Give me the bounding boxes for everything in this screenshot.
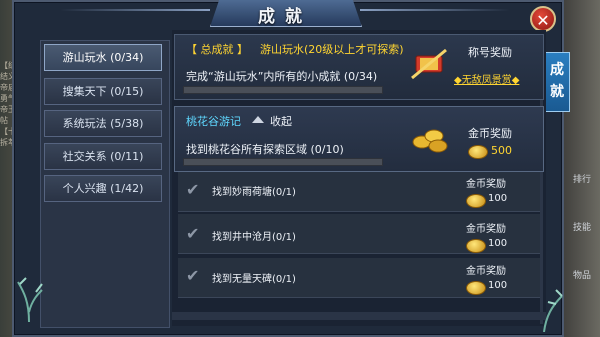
sub-item-reward-amount: 100 xyxy=(488,280,508,291)
summary-progress-bar xyxy=(183,86,383,94)
category-system[interactable]: 系统玩法 (5/38) xyxy=(44,110,162,137)
tab-achievement[interactable]: 成就 xyxy=(544,52,570,112)
summary-reward-value[interactable]: ◆无敌凤景赏◆ xyxy=(454,71,519,86)
summary-reward-title: 称号奖励 xyxy=(468,46,512,59)
sub-item-reward-title: 金币奖励 xyxy=(466,224,506,235)
title-decoration-left xyxy=(60,9,210,11)
window-title: 成就 xyxy=(258,7,312,27)
coin-icon xyxy=(466,281,486,295)
summary-tag: 【 总成就 】 xyxy=(186,43,248,56)
coin-icon xyxy=(466,194,486,208)
sub-item-reward-amount: 100 xyxy=(488,238,508,249)
sub-item-title: 找到井中沧月(0/1) xyxy=(212,232,296,243)
sub-item-reward-title: 金币奖励 xyxy=(466,179,506,190)
title-reward-icon xyxy=(411,48,447,80)
coins-reward-icon xyxy=(412,129,448,153)
coin-icon xyxy=(468,145,488,159)
decorative-plant-icon xyxy=(543,289,563,332)
group-description: 找到桃花谷所有探索区域 (0/10) xyxy=(186,143,344,156)
close-button[interactable]: ✕ xyxy=(530,6,556,32)
group-reward-amount: 500 xyxy=(491,144,512,157)
group-progress-bar xyxy=(183,158,383,166)
category-collect[interactable]: 搜集天下 (0/15) xyxy=(44,78,162,105)
checkmark-icon: ✔ xyxy=(186,266,200,285)
coin-icon xyxy=(466,239,486,253)
checkmark-icon: ✔ xyxy=(186,224,200,243)
list-bottom-edge xyxy=(172,312,546,320)
rank-menu-label: 排行 xyxy=(572,175,591,185)
checkmark-icon: ✔ xyxy=(186,180,200,199)
group-toggle[interactable]: 收起 xyxy=(270,113,292,129)
sub-item-title: 找到妙雨荷塘(0/1) xyxy=(212,187,296,198)
sub-item-title: 找到无量天碑(0/1) xyxy=(212,274,296,285)
group-name: 桃花谷游记 xyxy=(186,115,241,128)
category-social[interactable]: 社交关系 (0/11) xyxy=(44,143,162,170)
category-travel[interactable]: 游山玩水 (0/34) xyxy=(44,44,162,71)
title-decoration-right xyxy=(360,9,510,11)
decorative-plant-icon xyxy=(17,277,43,322)
summary-description: 完成“游山玩水”内所有的小成就 (0/34) xyxy=(186,70,378,83)
summary-title: 游山玩水(20级以上才可探索) xyxy=(260,43,404,56)
item-menu-label: 物品 xyxy=(572,271,591,281)
sub-item-reward-title: 金币奖励 xyxy=(466,266,506,277)
skill-menu-label: 技能 xyxy=(572,223,591,233)
sub-item-reward-amount: 100 xyxy=(488,193,508,204)
group-reward-title: 金币奖励 xyxy=(468,127,512,140)
collapse-icon[interactable] xyxy=(252,116,264,123)
category-interest[interactable]: 个人兴趣 (1/42) xyxy=(44,175,162,202)
